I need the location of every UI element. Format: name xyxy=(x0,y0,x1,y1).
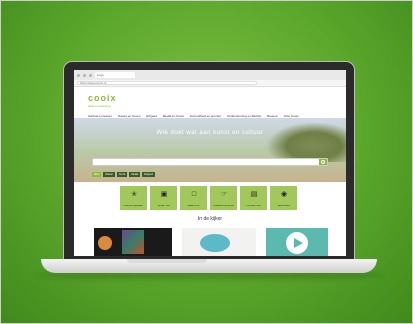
window-close-icon[interactable] xyxy=(77,73,80,77)
browser-tab[interactable]: Logo xyxy=(95,72,135,78)
filter-chip[interactable]: Media xyxy=(129,172,141,177)
filter-chip[interactable]: Alles xyxy=(92,172,102,177)
category-tile[interactable]: ✭ INSPIRATIEKAART xyxy=(120,186,147,210)
category-tile[interactable]: ▣ VRIJE TIJD xyxy=(150,186,177,210)
laptop-screen: Logo https://www.cooix.nl cooix tekst en… xyxy=(74,70,346,256)
search-icon xyxy=(321,160,325,164)
window-minimize-icon[interactable] xyxy=(83,73,86,77)
category-tile-label: VRIJE TIJD xyxy=(157,205,170,207)
search-input[interactable] xyxy=(92,158,328,166)
filter-chip[interactable]: Natuur xyxy=(103,172,115,177)
category-tile-label: VERHALEN xyxy=(277,205,290,207)
browser-urlbar: https://www.cooix.nl xyxy=(74,80,346,87)
hero-image xyxy=(266,122,346,162)
filter-chips: Alles Natuur Kunst Media Erfgoed xyxy=(92,172,155,177)
figure-icon: ✭ xyxy=(131,191,137,198)
card-image xyxy=(98,236,112,250)
category-tiles: ✭ INSPIRATIEKAART ▣ VRIJE TIJD □ LEERSTO… xyxy=(120,186,297,210)
category-tile[interactable]: ◉ VERHALEN xyxy=(270,186,297,210)
search-button[interactable] xyxy=(319,159,327,165)
laptop-notch xyxy=(127,259,207,263)
hero-banner: Wie doet wat aan kunst en cultuur Alles … xyxy=(74,118,346,182)
backdrop: Logo https://www.cooix.nl cooix tekst en… xyxy=(0,0,413,324)
browser-tabbar: Logo xyxy=(74,70,346,80)
hand-icon: ☞ xyxy=(220,191,228,198)
category-tile[interactable]: ☞ ONDERSTEUNING xyxy=(210,186,237,210)
site-logo-tagline: tekst en beleving xyxy=(88,104,111,108)
film-icon: ▣ xyxy=(160,191,168,198)
section-title: In de kijker xyxy=(197,216,223,222)
window-maximize-icon[interactable] xyxy=(89,73,92,77)
category-tile[interactable]: □ LEERSTOF xyxy=(180,186,207,210)
badge-icon: ◉ xyxy=(280,191,288,198)
category-tile-label: INSPIRATIEKAART xyxy=(123,205,144,207)
address-input[interactable]: https://www.cooix.nl xyxy=(77,81,257,85)
monitor-icon: ▤ xyxy=(250,191,258,198)
featured-card[interactable] xyxy=(182,228,256,256)
site-logo[interactable]: cooix xyxy=(88,93,117,103)
site-header: cooix tekst en beleving Aanbod en lessen… xyxy=(74,87,346,118)
filter-chip[interactable]: Kunst xyxy=(116,172,128,177)
featured-card[interactable] xyxy=(266,228,328,256)
category-tile[interactable]: ▤ PROJECTEN xyxy=(240,186,267,210)
laptop-base xyxy=(41,259,377,273)
featured-card[interactable] xyxy=(94,228,172,256)
category-tile-label: ONDERSTEUNING xyxy=(213,205,234,207)
card-image xyxy=(122,230,144,254)
category-tile-label: LEERSTOF xyxy=(187,205,200,207)
filter-chip[interactable]: Erfgoed xyxy=(142,172,155,177)
laptop-lid: Logo https://www.cooix.nl cooix tekst en… xyxy=(63,61,355,261)
screen-icon: □ xyxy=(191,191,197,198)
hero-title: Wie doet wat aan kunst en cultuur xyxy=(156,130,264,136)
category-tile-label: PROJECTEN xyxy=(246,205,261,207)
play-triangle-icon xyxy=(294,238,303,248)
card-image xyxy=(200,234,230,252)
